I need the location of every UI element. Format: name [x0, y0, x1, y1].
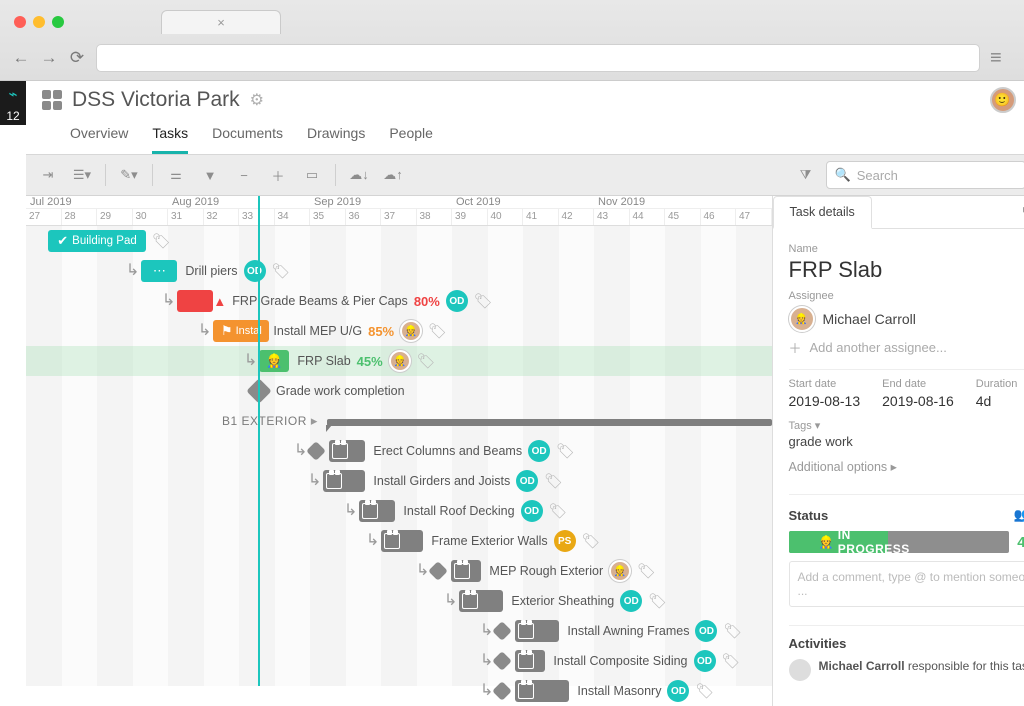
tag-icon: 🏷: [722, 652, 741, 670]
task-row[interactable]: ↳ Install Awning Frames OD 🏷: [26, 616, 772, 646]
progress-pct: 45 %: [1017, 534, 1024, 551]
forward-icon[interactable]: →: [40, 48, 58, 68]
gantt-chart[interactable]: Jul 2019Aug 2019Sep 2019Oct 2019Nov 2019…: [26, 196, 772, 706]
sliders-icon[interactable]: ⚌: [162, 162, 190, 188]
task-row-selected[interactable]: ↳ 👷 FRP Slab 45% 👷 🏷: [26, 346, 772, 376]
search-icon: 🔍: [835, 167, 851, 183]
tab-drawings[interactable]: Drawings: [307, 119, 365, 154]
tool-icon[interactable]: ✎▾: [115, 162, 143, 188]
task-row[interactable]: ↳ Install Masonry OD 🏷: [26, 676, 772, 706]
tags-row[interactable]: Tags ▾ grade work: [789, 419, 1024, 449]
zoom-in-icon[interactable]: ＋: [264, 162, 292, 188]
task-row[interactable]: ↳ Install Composite Siding OD 🏷: [26, 646, 772, 676]
task-bar-done: ✔Building Pad: [48, 230, 146, 252]
tag-icon: 🏷: [272, 262, 291, 280]
activities-label: Activities: [789, 636, 1024, 651]
add-assignee[interactable]: ＋Add another assignee...: [789, 338, 1024, 357]
reload-icon[interactable]: ⟳: [68, 48, 86, 68]
gear-icon[interactable]: ⚙: [250, 90, 264, 110]
tag-icon: 🏷: [637, 562, 656, 580]
browser-tab[interactable]: ×: [161, 10, 281, 34]
toolbar: ⇥ ☰▾ ✎▾ ⚌ ▼ − ＋ ▭ ☁↓ ☁↑ ⧩ 🔍 Search ⇤: [26, 155, 1024, 196]
milestone-row[interactable]: Grade work completion: [26, 376, 772, 406]
tab-documents[interactable]: Documents: [212, 119, 283, 154]
tab-overview[interactable]: Overview: [70, 119, 128, 154]
activity-count: 12: [0, 107, 26, 125]
url-bar[interactable]: [96, 44, 980, 72]
section-row[interactable]: B1 EXTERIOR▸: [26, 406, 772, 436]
assignee-avatar: 👷: [400, 320, 422, 342]
tab-people[interactable]: People: [389, 119, 433, 154]
cloud-up-icon[interactable]: ☁↑: [379, 162, 407, 188]
collapse-left-icon[interactable]: ⇥: [34, 162, 62, 188]
project-title: DSS Victoria Park: [72, 88, 240, 112]
back-icon[interactable]: ←: [12, 48, 30, 68]
menu-icon[interactable]: ≡: [990, 47, 1012, 70]
warning-icon: ▲: [213, 294, 226, 309]
zoom-out-icon[interactable]: −: [230, 162, 258, 188]
people-icon[interactable]: 👥: [1014, 507, 1024, 523]
task-row[interactable]: ↳ ▲ FRP Grade Beams & Pier Caps 80% OD 🏷: [26, 286, 772, 316]
window-minimize[interactable]: [33, 16, 45, 28]
activity-sidebar[interactable]: ⌁ 12: [0, 81, 26, 706]
tag-icon: 🏷: [556, 442, 575, 460]
assignee-chip: OD: [244, 260, 266, 282]
tag-icon: 🏷: [648, 592, 667, 610]
timeline-months: Jul 2019Aug 2019Sep 2019Oct 2019Nov 2019: [26, 196, 772, 208]
apps-icon[interactable]: [42, 90, 62, 110]
progress-bar[interactable]: 👷 IN PROGRESS: [789, 531, 1010, 553]
status-label: Status: [789, 508, 829, 523]
group-icon[interactable]: ☰▾: [68, 162, 96, 188]
window-zoom[interactable]: [52, 16, 64, 28]
fit-icon[interactable]: ▭: [298, 162, 326, 188]
tag-icon: 🏷: [695, 682, 714, 700]
task-row[interactable]: ↳ Erect Columns and Beams OD 🏷: [26, 436, 772, 466]
task-row[interactable]: ↳ Install Girders and Joists OD 🏷: [26, 466, 772, 496]
assignee-avatar: 👷: [389, 350, 411, 372]
end-date[interactable]: End date2019-08-16: [882, 378, 954, 409]
task-name: FRP Slab: [789, 257, 1024, 283]
browser-chrome: × ← → ⟳ ≡: [0, 0, 1024, 81]
tag-icon: 🏷: [152, 232, 171, 250]
tag-icon: 🏷: [723, 622, 742, 640]
task-row[interactable]: ↳ Exterior Sheathing OD 🏷: [26, 586, 772, 616]
tag-icon: 🏷: [417, 352, 436, 370]
name-label: Name: [789, 243, 1024, 255]
task-row[interactable]: ↳ Install Roof Decking OD 🏷: [26, 496, 772, 526]
tag-icon: 🏷: [428, 322, 447, 340]
tag-icon: 🏷: [582, 532, 601, 550]
activity-icon: ⌁: [0, 81, 26, 107]
task-row[interactable]: ↳ Frame Exterior Walls PS 🏷: [26, 526, 772, 556]
task-row[interactable]: ✔Building Pad 🏷: [26, 226, 772, 256]
activity-avatar: [789, 659, 811, 681]
today-line: [258, 196, 260, 686]
search-input[interactable]: 🔍 Search: [826, 161, 1024, 189]
filter-icon[interactable]: ▼: [196, 162, 224, 188]
assignee-label: Assignee: [789, 290, 834, 302]
comment-input[interactable]: Add a comment, type @ to mention someone…: [789, 561, 1024, 607]
close-icon[interactable]: ×: [217, 15, 225, 30]
duration[interactable]: Duration4d: [976, 378, 1018, 409]
task-row[interactable]: ↳ MEP Rough Exterior 👷 🏷: [26, 556, 772, 586]
start-date[interactable]: Start date2019-08-13: [789, 378, 861, 409]
task-row[interactable]: ↳ ⚑Instal Install MEP U/G 85% 👷 🏷: [26, 316, 772, 346]
tag-icon: 🏷: [544, 472, 563, 490]
funnel-icon[interactable]: ⧩: [792, 162, 820, 188]
tab-tasks[interactable]: Tasks: [152, 119, 188, 154]
additional-options[interactable]: Additional options ▸: [789, 459, 1024, 474]
detail-tab[interactable]: Task details: [773, 196, 872, 229]
section-bar: [327, 419, 771, 426]
task-detail-panel: Task details 🖶 ✎ Name FRP Slab Assignee …: [772, 196, 1024, 706]
window-close[interactable]: [14, 16, 26, 28]
assignee-row[interactable]: 👷 Michael Carroll: [789, 306, 1024, 332]
cloud-down-icon[interactable]: ☁↓: [345, 162, 373, 188]
user-avatar[interactable]: 🙂: [990, 87, 1016, 113]
nav-tabs: Overview Tasks Documents Drawings People…: [26, 119, 1024, 155]
task-row[interactable]: ↳ ⋯ Drill piers OD 🏷: [26, 256, 772, 286]
activity-row: Michael Carroll responsible for this tas…: [789, 659, 1024, 681]
tag-icon: 🏷: [474, 292, 493, 310]
tag-icon: 🏷: [549, 502, 568, 520]
timeline-weeks: 2728293031323334353637383940414243444546…: [26, 208, 772, 225]
